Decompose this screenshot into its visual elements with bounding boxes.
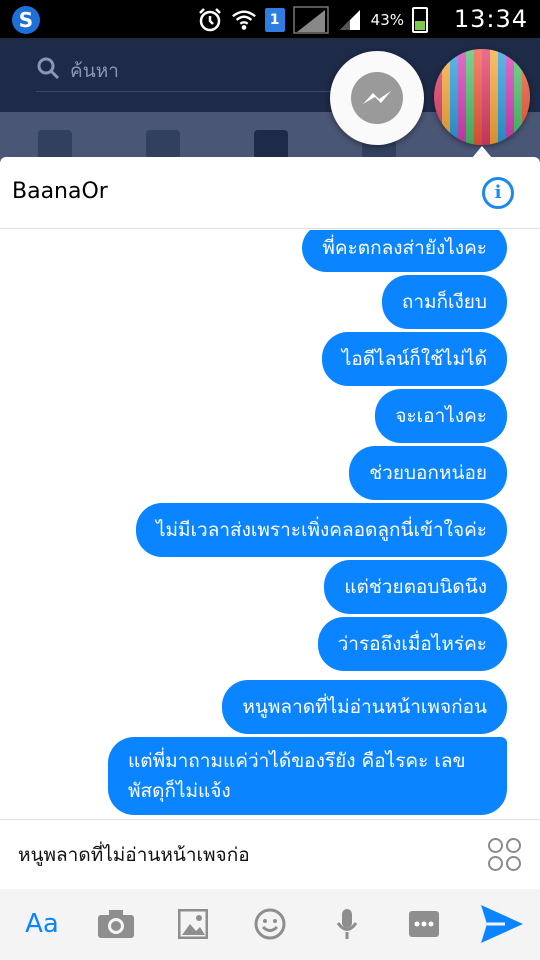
messenger-icon [351, 72, 403, 124]
message-bubble[interactable]: แต่ช่วยตอบนิดนึง [324, 560, 507, 614]
wifi-icon [231, 7, 257, 33]
message-composer[interactable]: หนูพลาดที่ไม่อ่านหน้าเพจก่อ [0, 819, 540, 889]
alarm-icon [197, 7, 223, 33]
battery-percent: 43% [370, 11, 404, 29]
background-search: ค้นหา [36, 50, 336, 92]
message-bubble[interactable]: ถามก็เงียบ [381, 275, 507, 329]
news-feed-tab-icon [38, 130, 72, 160]
message-bubble[interactable]: ไม่มีเวลาส่งเพราะเพิ่งคลอดลูกนี่เข้าใจค่… [135, 503, 507, 557]
message-bubble[interactable]: ไอดีไลน์ก็ใช้ไม่ได้ [321, 332, 507, 386]
chat-header: BaanaOr i [0, 157, 540, 229]
messages-tab-icon [254, 130, 288, 160]
message-bubble[interactable]: พี่คะตกลงส่ายังไงคะ [302, 230, 507, 272]
emoji-icon[interactable] [252, 905, 288, 943]
friends-tab-icon [146, 130, 180, 160]
clock: 13:34 [453, 5, 528, 33]
message-bubble[interactable]: จะเอาไงคะ [375, 389, 507, 443]
microphone-icon[interactable] [334, 905, 360, 943]
contact-chat-head-avatar[interactable] [434, 49, 530, 145]
search-icon [36, 56, 60, 85]
sim-badge: 1 [264, 8, 285, 32]
gallery-icon[interactable] [176, 905, 210, 943]
info-icon[interactable]: i [482, 177, 514, 209]
signal-strength-icon [337, 7, 363, 33]
message-bubble[interactable]: ว่ารอถึงเมื่อไหร่คะ [317, 617, 507, 671]
message-bubble[interactable]: หนูพลาดที่ไม่อ่านหน้าเพจก่อน [222, 680, 507, 734]
messenger-chat-head[interactable] [330, 51, 424, 145]
message-bubble[interactable]: ช่วยบอกหน่อย [349, 446, 507, 500]
status-bar: S 1 43% 13:34 [0, 0, 540, 38]
composer-toolbar: Aa [0, 889, 540, 960]
signal-icon [292, 6, 329, 34]
chat-title[interactable]: BaanaOr [12, 179, 108, 204]
message-list[interactable]: พี่คะตกลงส่ายังไงคะ ถามก็เงียบ ไอดีไลน์ก… [0, 230, 540, 817]
message-input[interactable]: หนูพลาดที่ไม่อ่านหน้าเพจก่อ [18, 840, 250, 870]
send-icon[interactable] [478, 905, 526, 943]
text-style-button[interactable]: Aa [22, 905, 62, 943]
camera-icon[interactable] [96, 905, 136, 943]
message-bubble[interactable]: แต่พี่มาถามแค่ว่าได้ของรึยัง คือไรคะ เลข… [108, 737, 507, 815]
sticker-icon[interactable] [488, 838, 522, 872]
more-icon[interactable] [408, 905, 440, 943]
battery-icon [412, 7, 428, 33]
app-notification-icon: S [12, 6, 40, 34]
chat-panel: BaanaOr i พี่คะตกลงส่ายังไงคะ ถามก็เงียบ… [0, 157, 540, 960]
search-placeholder: ค้นหา [70, 59, 119, 82]
